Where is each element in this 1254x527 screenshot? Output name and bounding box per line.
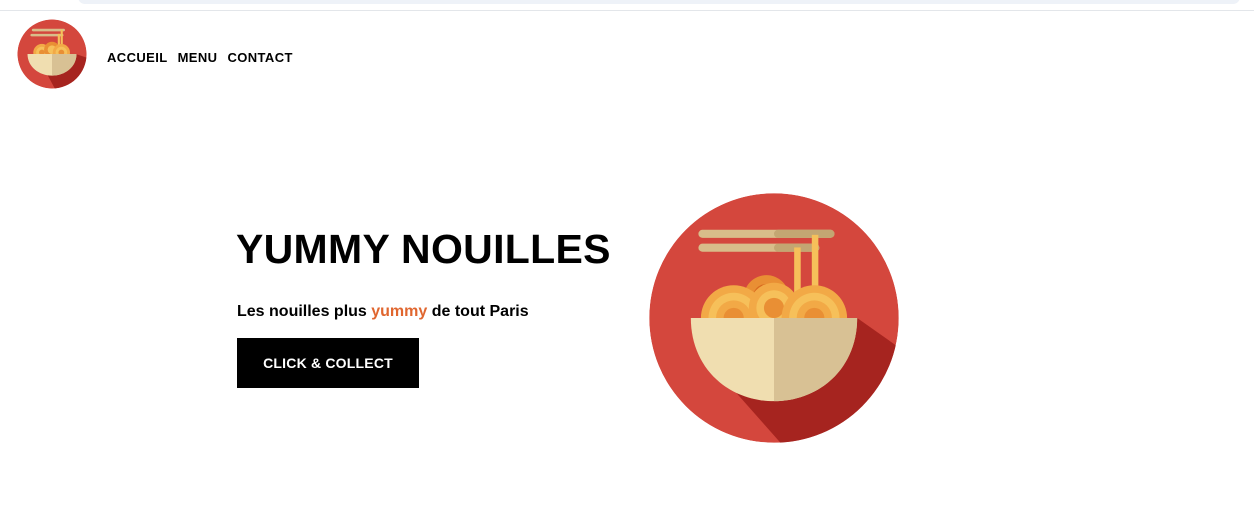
- click-collect-button[interactable]: CLICK & COLLECT: [237, 338, 419, 388]
- hero-title: YUMMY NOUILLES: [236, 226, 611, 272]
- hero-noodle-image: [649, 193, 899, 443]
- main-nav: ACCUEIL MENU CONTACT: [107, 50, 293, 65]
- nav-menu[interactable]: MENU: [178, 50, 218, 65]
- hero-subtitle-accent: yummy: [371, 303, 428, 320]
- nav-contact[interactable]: CONTACT: [227, 50, 292, 65]
- address-bar-edge: [78, 0, 1240, 4]
- hero-subtitle-start: Les nouilles plus: [237, 303, 372, 320]
- nav-accueil[interactable]: ACCUEIL: [107, 50, 168, 65]
- browser-top-strip: [0, 0, 1254, 11]
- hero-subtitle: Les nouilles plus yummy de tout Paris: [237, 303, 529, 321]
- logo[interactable]: [16, 18, 88, 90]
- hero-subtitle-end: de tout Paris: [427, 303, 529, 320]
